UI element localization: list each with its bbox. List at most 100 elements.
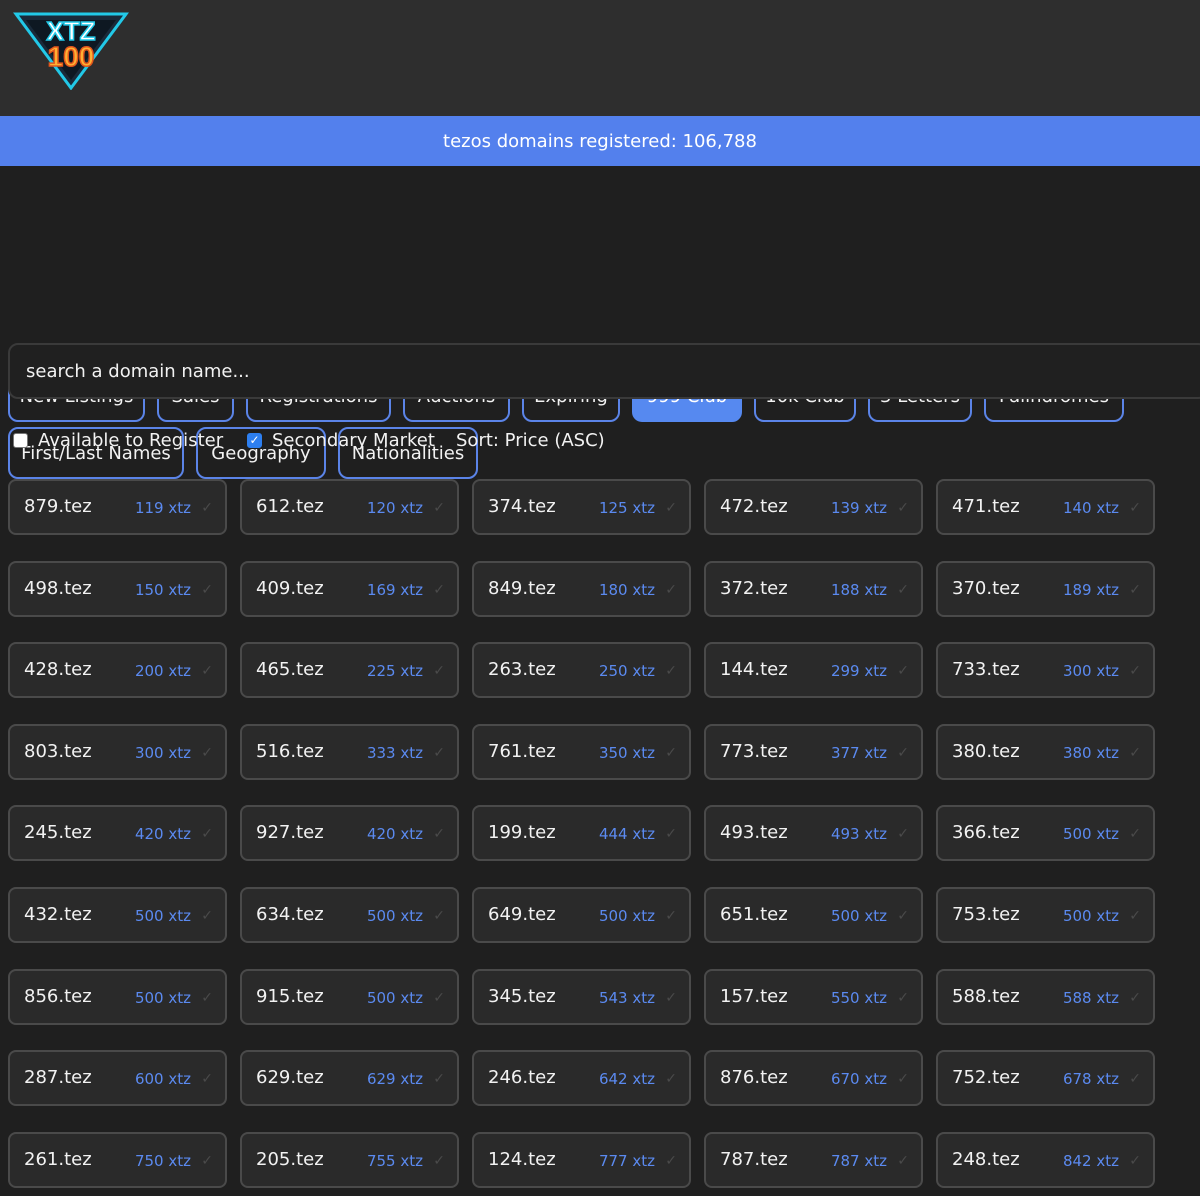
domain-card[interactable]: 432.tez 500 xtz ✓ [8,887,227,943]
domain-card[interactable]: 471.tez 140 xtz ✓ [936,479,1155,535]
domain-card[interactable]: 144.tez 299 xtz ✓ [704,642,923,698]
domain-name: 374.tez [488,496,556,517]
domain-name: 629.tez [256,1067,324,1088]
domain-card[interactable]: 366.tez 500 xtz ✓ [936,805,1155,861]
domain-price: 777 xtz [598,1152,655,1170]
check-icon: ✓ [433,582,445,598]
domain-card[interactable]: 629.tez 629 xtz ✓ [240,1050,459,1106]
domain-price: 500 xtz [830,907,887,925]
available-to-register-filter[interactable]: Available to Register [13,424,223,456]
domain-price: 500 xtz [1062,825,1119,843]
check-icon: ✓ [1129,990,1141,1006]
domain-price: 125 xtz [598,499,655,517]
domain-name: 366.tez [952,822,1020,843]
domain-card[interactable]: 380.tez 380 xtz ✓ [936,724,1155,780]
domain-card[interactable]: 374.tez 125 xtz ✓ [472,479,691,535]
domain-card[interactable]: 588.tez 588 xtz ✓ [936,969,1155,1025]
check-icon: ✓ [665,663,677,679]
domain-card[interactable]: 761.tez 350 xtz ✓ [472,724,691,780]
check-icon: ✓ [201,663,213,679]
domain-price: 300 xtz [1062,662,1119,680]
check-icon: ✓ [433,990,445,1006]
domain-card[interactable]: 803.tez 300 xtz ✓ [8,724,227,780]
domain-price: 420 xtz [134,825,191,843]
check-icon: ✓ [201,826,213,842]
check-icon: ✓ [665,582,677,598]
check-icon: ✓ [201,1153,213,1169]
domain-price: 150 xtz [134,581,191,599]
domain-card[interactable]: 472.tez 139 xtz ✓ [704,479,923,535]
domain-name: 432.tez [24,904,92,925]
domain-price: 500 xtz [598,907,655,925]
domain-name: 915.tez [256,986,324,1007]
domain-name: 245.tez [24,822,92,843]
domain-card[interactable]: 493.tez 493 xtz ✓ [704,805,923,861]
domain-price: 377 xtz [830,744,887,762]
domain-card[interactable]: 876.tez 670 xtz ✓ [704,1050,923,1106]
secondary-market-filter[interactable]: ✓ Secondary Market [247,424,435,456]
domain-card[interactable]: 752.tez 678 xtz ✓ [936,1050,1155,1106]
domain-price: 500 xtz [134,907,191,925]
domain-card[interactable]: 245.tez 420 xtz ✓ [8,805,227,861]
domain-card[interactable]: 428.tez 200 xtz ✓ [8,642,227,698]
domain-card[interactable]: 612.tez 120 xtz ✓ [240,479,459,535]
domain-card[interactable]: 773.tez 377 xtz ✓ [704,724,923,780]
domain-name: 856.tez [24,986,92,1007]
check-icon: ✓ [665,745,677,761]
domain-price: 350 xtz [598,744,655,762]
domain-card[interactable]: 370.tez 189 xtz ✓ [936,561,1155,617]
domain-card[interactable]: 465.tez 225 xtz ✓ [240,642,459,698]
domain-card[interactable]: 157.tez 550 xtz ✓ [704,969,923,1025]
domain-card[interactable]: 248.tez 842 xtz ✓ [936,1132,1155,1188]
domain-name: 803.tez [24,741,92,762]
domain-card[interactable]: 409.tez 169 xtz ✓ [240,561,459,617]
domain-price: 500 xtz [1062,907,1119,925]
check-icon: ✓ [433,663,445,679]
domain-card[interactable]: 261.tez 750 xtz ✓ [8,1132,227,1188]
domain-name: 612.tez [256,496,324,517]
domain-card[interactable]: 753.tez 500 xtz ✓ [936,887,1155,943]
domain-card[interactable]: 879.tez 119 xtz ✓ [8,479,227,535]
domain-card[interactable]: 263.tez 250 xtz ✓ [472,642,691,698]
domain-card[interactable]: 787.tez 787 xtz ✓ [704,1132,923,1188]
domain-card[interactable]: 372.tez 188 xtz ✓ [704,561,923,617]
domain-card[interactable]: 649.tez 500 xtz ✓ [472,887,691,943]
domain-card[interactable]: 651.tez 500 xtz ✓ [704,887,923,943]
domain-card[interactable]: 287.tez 600 xtz ✓ [8,1050,227,1106]
domain-card[interactable]: 915.tez 500 xtz ✓ [240,969,459,1025]
available-checkbox[interactable] [13,432,28,448]
domain-card[interactable]: 246.tez 642 xtz ✓ [472,1050,691,1106]
domain-price: 642 xtz [598,1070,655,1088]
domain-name: 471.tez [952,496,1020,517]
registered-count-text: tezos domains registered: 106,788 [443,130,757,152]
domain-name: 465.tez [256,659,324,680]
domain-card[interactable]: 516.tez 333 xtz ✓ [240,724,459,780]
registered-count-banner: tezos domains registered: 106,788 [0,116,1200,166]
domain-card[interactable]: 345.tez 543 xtz ✓ [472,969,691,1025]
domain-price: 750 xtz [134,1152,191,1170]
domain-price: 543 xtz [598,989,655,1007]
sort-control[interactable]: Sort: Price (ASC) [456,424,605,456]
category-tabs: New Listings Sales Registrations Auction… [0,166,1200,479]
available-label: Available to Register [38,429,224,451]
domain-name: 879.tez [24,496,92,517]
domain-card[interactable]: 733.tez 300 xtz ✓ [936,642,1155,698]
domain-card[interactable]: 124.tez 777 xtz ✓ [472,1132,691,1188]
domain-card[interactable]: 927.tez 420 xtz ✓ [240,805,459,861]
domain-price: 139 xtz [830,499,887,517]
domain-price: 189 xtz [1062,581,1119,599]
secondary-checkbox[interactable]: ✓ [247,432,262,448]
domain-card[interactable]: 634.tez 500 xtz ✓ [240,887,459,943]
domain-card[interactable]: 205.tez 755 xtz ✓ [240,1132,459,1188]
domain-card[interactable]: 498.tez 150 xtz ✓ [8,561,227,617]
domain-name: 649.tez [488,904,556,925]
app-header: XTZ 100 [0,0,1200,116]
domain-card[interactable]: 199.tez 444 xtz ✓ [472,805,691,861]
check-icon: ✓ [1129,500,1141,516]
domain-price: 299 xtz [830,662,887,680]
check-icon: ✓ [897,500,909,516]
domain-search-input[interactable] [8,343,1200,399]
domain-card[interactable]: 849.tez 180 xtz ✓ [472,561,691,617]
xtz100-logo[interactable]: XTZ 100 [12,10,130,90]
domain-card[interactable]: 856.tez 500 xtz ✓ [8,969,227,1025]
